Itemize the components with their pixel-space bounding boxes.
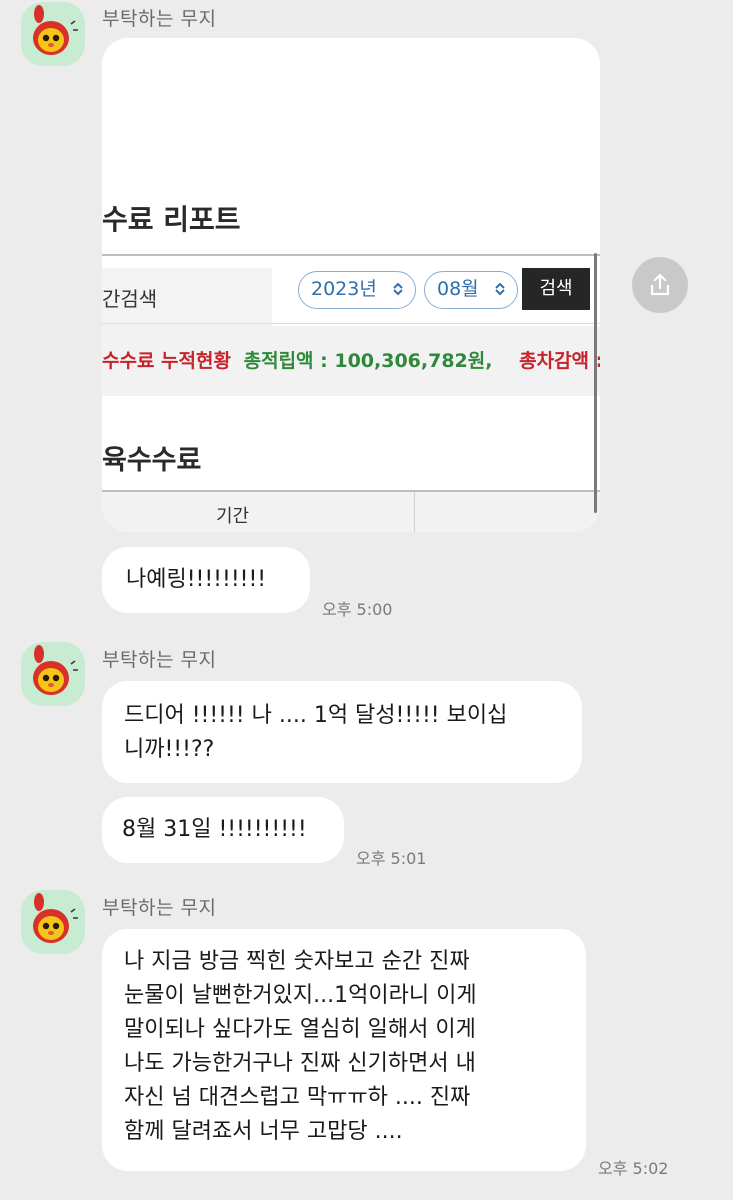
sender-name: 부탁하는 무지 [102, 897, 217, 919]
message-line: 나예링!!!!!!!!! [126, 567, 267, 592]
sender-name: 부탁하는 무지 [102, 649, 217, 671]
sender-avatar[interactable] [21, 642, 85, 706]
message-time: 오후 5:01 [356, 849, 427, 868]
share-button[interactable] [632, 257, 688, 313]
summary-row: 수수료 누적현황 총적립액 : 100,306,782원, 총차감액 : [102, 326, 600, 396]
muji-character-avatar-icon [21, 2, 85, 66]
message-line: 드디어 !!!!!! 나 .... 1억 달성!!!!! 보이십 [124, 703, 508, 728]
month-select-value: 08월 [437, 278, 479, 300]
muji-character-avatar-icon [21, 890, 85, 954]
table-col-period: 기간 [216, 506, 250, 527]
chevron-updown-icon [495, 282, 505, 296]
scrollbar[interactable] [594, 253, 597, 513]
message-line: 자신 넘 대견스럽고 막ㅠㅠ하 .... 진짜 [124, 1085, 471, 1110]
message-time: 오후 5:00 [322, 600, 393, 619]
period-search-label: 간검색 [102, 268, 272, 330]
table-header: 기간 [102, 492, 600, 532]
message-bubble[interactable]: 나 지금 방금 찍힌 숫자보고 순간 진짜 눈물이 날뻔한거있지...1억이라니… [102, 929, 586, 1171]
message-line: 나 지금 방금 찍힌 숫자보고 순간 진짜 [124, 949, 470, 974]
share-icon [650, 273, 670, 296]
image-message[interactable]: 수료 리포트 간검색 2023년 08월 검색 수수료 누적현황 총적립액 : … [102, 38, 600, 532]
message-line: 나도 가능한거구나 진짜 신기하면서 내 [124, 1051, 476, 1076]
divider [102, 323, 600, 324]
message-line: 말이되나 싶다가도 열심히 일해서 이게 [124, 1017, 476, 1042]
sender-name: 부탁하는 무지 [102, 8, 217, 30]
summary-title: 수수료 누적현황 [102, 350, 231, 372]
summary-total-label: 총적립액 : 100,306,782원, [243, 350, 493, 372]
message-line: 함께 달려죠서 너무 고맙당 .... [124, 1119, 403, 1144]
muji-character-avatar-icon [21, 642, 85, 706]
message-line: 니까!!!?? [124, 737, 215, 762]
message-bubble[interactable]: 나예링!!!!!!!!! [102, 547, 310, 613]
chevron-updown-icon [393, 282, 403, 296]
search-button[interactable]: 검색 [522, 268, 590, 310]
message-bubble[interactable]: 8월 31일 !!!!!!!!!! [102, 797, 344, 863]
section-title: 육수수료 [102, 445, 202, 476]
message-line: 눈물이 날뻔한거있지...1억이라니 이게 [124, 983, 477, 1008]
year-select[interactable]: 2023년 [298, 271, 416, 309]
report-title: 수료 리포트 [102, 203, 241, 236]
message-bubble[interactable]: 드디어 !!!!!! 나 .... 1억 달성!!!!! 보이십 니까!!!?? [102, 681, 582, 783]
message-line: 8월 31일 !!!!!!!!!! [122, 817, 307, 842]
message-time: 오후 5:02 [598, 1159, 669, 1178]
table-column-separator [414, 492, 415, 532]
divider [102, 254, 600, 256]
month-select[interactable]: 08월 [424, 271, 518, 309]
year-select-value: 2023년 [311, 278, 377, 300]
sender-avatar[interactable] [21, 890, 85, 954]
summary-deduct-label: 총차감액 : [519, 350, 600, 372]
sender-avatar[interactable] [21, 2, 85, 66]
